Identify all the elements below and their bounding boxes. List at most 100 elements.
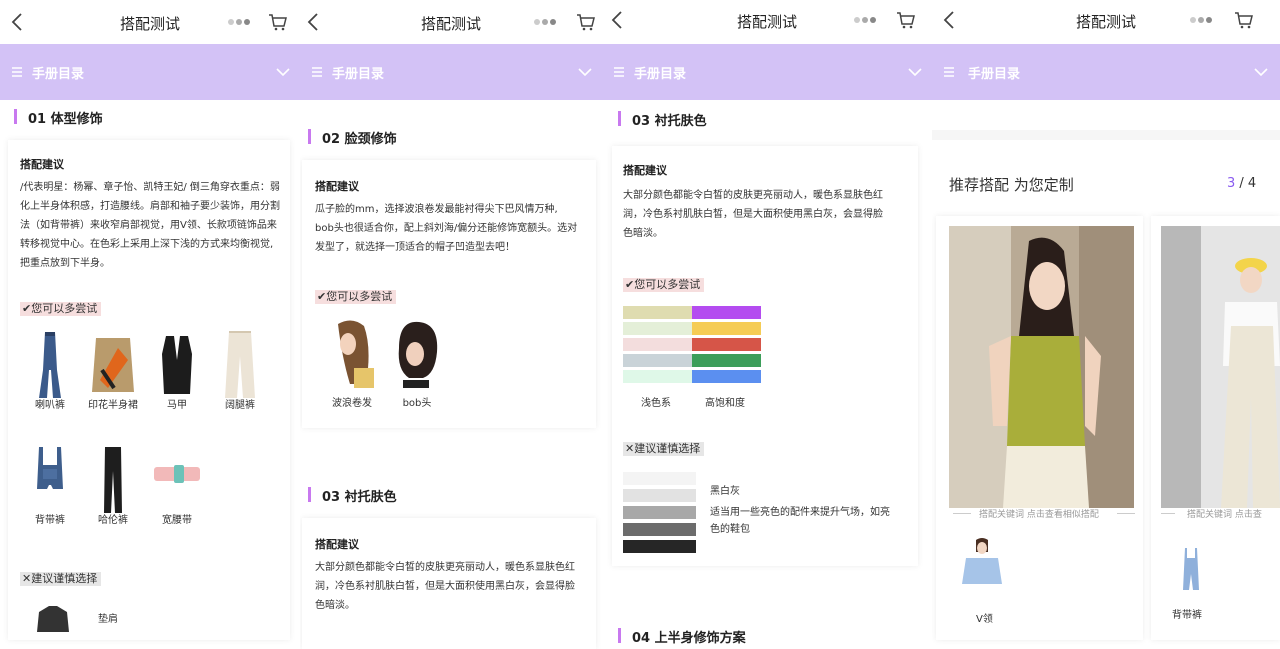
chevron-down-icon [276,68,290,77]
page-title: 搭配测试 [119,15,180,33]
section-title: 02 脸颈修饰 [308,128,397,147]
outfit-photo-green-top [949,226,1134,508]
keyword-label: V领 [976,614,993,625]
advice-text: 大部分颜色都能令白皙的皮肤更亮丽动人，暖色系显肤色红 润，冷色系衬肌肤白皙，但是… [315,558,590,615]
toc-bar[interactable]: 手册目录 [300,44,602,100]
outfit-photo-overalls [1161,226,1280,508]
wide-pants-image [215,330,265,398]
divider [1117,513,1135,514]
advice-line: 把重点放到下半身。 [20,258,110,269]
wide-belt-image [152,445,202,505]
cart-icon[interactable] [268,12,288,32]
item-bob-hair[interactable]: bob头 [387,318,447,409]
try-tag: ✔您可以多尝试 [315,290,397,304]
toc-label: 手册目录 [968,67,1021,82]
try-tag: ✔您可以多尝试 [20,302,102,316]
divider [953,513,971,514]
toc-bar[interactable]: 手册目录 [602,44,932,100]
light-swatch [623,370,692,383]
avoid-tag: ✕建议谨慎选择 [623,442,705,456]
bw-desc: 适当用一些亮色的配件来提升气场，如亮 色的鞋包 [710,504,910,538]
toc-label: 手册目录 [32,67,85,82]
more-icon[interactable] [533,18,557,26]
top-nav: 搭配测试 [932,0,1280,44]
item-label: bob头 [402,398,432,409]
advice-line: 大部分颜色都能令白皙的皮肤更亮丽动人，暖色系显肤色红 [623,190,883,201]
recommend-title: 推荐搭配 为您定制 [949,176,1074,194]
advice-line: 润，冷色系衬肌肤白皙，但是大面积使用黑白灰，会显得脸 [623,209,883,220]
page-indicator: 3 / 4 [1227,176,1256,191]
menu-icon [12,67,22,77]
gray-swatch [623,506,696,519]
light-label: 浅色系 [641,398,671,409]
item-label: 宽腰带 [162,515,192,526]
avoid-item-label: 垫肩 [98,614,118,625]
advice-card: 搭配建议 大部分颜色都能令白皙的皮肤更亮丽动人，暖色系显肤色红 润，冷色系衬肌肤… [302,518,596,649]
advice-title: 搭配建议 [315,180,359,193]
advice-card: 搭配建议 瓜子脸的mm，选择波浪卷发最能衬得尖下巴风情万种, bob头也很适合你… [302,160,596,428]
menu-icon [312,67,322,77]
toc-bar[interactable]: 手册目录 [0,44,300,100]
advice-text: 大部分颜色都能令白皙的皮肤更亮丽动人，暖色系显肤色红 润，冷色系衬肌肤白皙，但是… [623,186,913,243]
advice-line: 色暗淡。 [315,600,355,611]
cart-icon[interactable] [576,12,596,32]
saturated-swatch [692,354,761,367]
more-icon[interactable] [1189,16,1213,24]
gray-swatch [623,472,696,485]
avoid-tag: ✕建议谨慎选择 [20,572,102,586]
advice-line: 润，冷色系衬肌肤白皙，但是大面积使用黑白灰，会显得脸 [315,581,575,592]
gray-swatch [623,540,696,553]
shoulder-pad-image [37,606,69,632]
keyword-hint: 搭配关键词 点击查看相似搭配 [979,510,1099,520]
advice-line: 化上半身体积感，打造腰线。肩部和袖子要少装饰，用分割 [20,201,280,212]
keyword-label: 背带裤 [1172,610,1202,621]
gray-swatch [623,523,696,536]
advice-card: 搭配建议 大部分颜色都能令白皙的皮肤更亮丽动人，暖色系显肤色红 润，冷色系衬肌肤… [612,146,918,566]
light-swatch [623,306,692,319]
outfit-card[interactable]: 搭配关键词 点击查看相似搭配 V领 [936,216,1143,640]
panel-face-neck: 搭配测试 手册目录 02 脸颈修饰 搭配建议 瓜子脸的mm，选择波浪卷发最能衬得… [300,0,602,649]
item-wide-belt[interactable]: 宽腰带 [150,445,204,526]
page-title: 搭配测试 [736,13,797,31]
top-nav: 搭配测试 [300,0,602,44]
item-vest[interactable]: 马甲 [150,330,204,411]
item-label: 波浪卷发 [332,398,372,409]
advice-text: /代表明星：杨幂、章子怡、凯特王妃/ 倒三角穿衣重点：弱 化上半身体积感，打造腰… [20,178,285,273]
saturated-swatch [692,338,761,351]
prev-card-end [932,100,1280,130]
toc-label: 手册目录 [332,67,385,82]
recommend-section: 推荐搭配 为您定制 3 / 4 搭配关键词 点击查看相似搭配 V领 搭配关键词 … [932,140,1280,649]
advice-title: 搭配建议 [20,158,64,171]
saturated-swatch [692,306,761,319]
vest-image [152,330,202,394]
item-wide-pants[interactable]: 阔腿裤 [213,330,267,411]
menu-icon [944,67,954,77]
section-title: 03 衬托肤色 [618,110,707,129]
keyword-hint: 搭配关键词 点击查 [1187,510,1262,520]
saturated-swatch [692,322,761,335]
item-print-skirt[interactable]: 印花半身裙 [86,330,140,411]
advice-line: 发型了，就选择一顶适合的帽子凹造型去吧！ [315,242,515,253]
cart-icon[interactable] [896,10,916,30]
advice-card: 搭配建议 /代表明星：杨幂、章子怡、凯特王妃/ 倒三角穿衣重点：弱 化上半身体积… [8,140,290,640]
advice-title: 搭配建议 [623,164,667,177]
outfit-card[interactable]: 搭配关键词 点击查 背带裤 [1151,216,1280,640]
section-title: 03 衬托肤色 [308,486,397,505]
item-overalls[interactable]: 背带裤 [23,445,77,526]
item-wavy-hair[interactable]: 波浪卷发 [322,318,382,409]
menu-icon [614,67,624,77]
advice-line: 瓜子脸的mm，选择波浪卷发最能衬得尖下巴风情万种, [315,204,558,215]
flare-pants-image [25,330,75,398]
toc-bar[interactable]: 手册目录 [932,44,1280,100]
item-flare-pants[interactable]: 喇叭裤 [23,330,77,411]
item-harem-pants[interactable]: 哈伦裤 [86,445,140,526]
more-icon[interactable] [853,16,877,24]
more-icon[interactable] [227,18,251,26]
cart-icon[interactable] [1234,10,1254,30]
advice-line: 大部分颜色都能令白皙的皮肤更亮丽动人，暖色系显肤色红 [315,562,575,573]
overalls-image [25,445,75,505]
harem-pants-image [88,445,138,513]
divider [1161,513,1175,514]
advice-line: 法（如背带裤）来收窄肩部视觉，用V领、长款项链饰品来 [20,220,277,231]
try-tag: ✔您可以多尝试 [623,278,705,292]
